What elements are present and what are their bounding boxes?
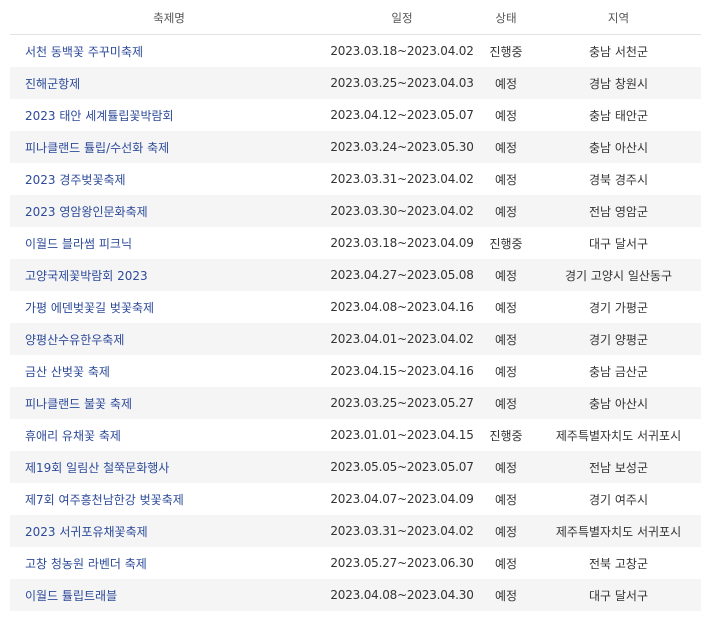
table-row: 2023 영암왕인문화축제 2023.03.30~2023.04.02 예정 전남 영… [10,195,701,227]
festival-status: 예정 [476,515,536,547]
festival-status: 진행중 [489,44,523,59]
table-row: 가평 에덴벚꽃길 벚꽃축제 2023.04.08~2023.04.16 예정 경기 가… [10,291,701,323]
table-row: 진해군항제 2023.03.25~2023.04.03 예정 경남 창원시 [10,67,701,99]
table-row: 금산 산벚꽃 축제 2023.04.15~2023.04.16 예정 충남 금산군 [10,355,701,387]
festival-name-link[interactable]: 2023 경주벚꽃축제 [10,163,328,195]
festival-name-link[interactable]: 고창 청농원 라벤더 축제 [10,547,328,579]
table-row: 제19회 일림산 철쭉문화행사 2023.05.05~2023.05.07 예정 전남… [10,451,701,483]
festival-period: 2023.03.18~2023.04.09 [330,236,474,250]
festival-period: 2023.03.24~2023.05.30 [328,131,476,163]
festival-status: 예정 [494,492,518,507]
festival-status: 예정 [476,323,536,355]
column-header-name: 축제명 [10,2,328,35]
festival-name-link[interactable]: 서천 동백꽃 주꾸미축제 [10,35,328,68]
header-row: 축제명 일정 상태 지역 [10,2,701,35]
festival-region: 경기 고양시 일산동구 [536,259,701,291]
festival-region: 전북 고창군 [588,556,648,571]
festival-period: 2023.04.08~2023.04.16 [330,300,474,314]
festival-name-link[interactable]: 양평산수유한우축제 [10,323,328,355]
festival-region: 전남 영암군 [536,195,701,227]
festival-name-link[interactable]: 이월드 튤립트래블 [10,579,328,611]
festival-period: 2023.04.27~2023.05.08 [328,259,476,291]
festival-status: 예정 [494,108,518,123]
table-header: 축제명 일정 상태 지역 [10,2,701,35]
festival-status: 예정 [494,364,518,379]
festival-period: 2023.03.18~2023.04.02 [330,44,474,58]
festival-period: 2023.04.12~2023.05.07 [330,108,474,122]
festival-status: 예정 [476,67,536,99]
festival-region: 충남 금산군 [588,364,648,379]
festival-name-link[interactable]: 2023 서귀포유채꽃축제 [10,515,328,547]
festival-status: 예정 [476,131,536,163]
festival-region: 충남 아산시 [536,387,701,419]
festival-region: 제주특별자치도 서귀포시 [555,428,682,443]
table-row: 제7회 여주흥천남한강 벚꽃축제 2023.04.07~2023.04.09 예정 경… [10,483,701,515]
column-header-region: 지역 [536,2,701,35]
table-row: 이월드 튤립트래블 2023.04.08~2023.04.30 예정 대구 달서구 [10,579,701,611]
festival-list-page: 축제명 일정 상태 지역 서천 동백꽃 주꾸미축제 2023.03.18~2023… [0,0,705,623]
festival-name-link[interactable]: 진해군항제 [10,67,328,99]
festival-status: 진행중 [489,236,523,251]
festival-period: 2023.04.01~2023.04.02 [328,323,476,355]
table-row: 2023 태안 세계튤립꽃박람회 2023.04.12~2023.05.07 예정 충… [10,99,701,131]
table-row: 휴애리 유채꽃 축제 2023.01.01~2023.04.15 진행중 제주특별자치… [10,419,701,451]
festival-region: 경북 경주시 [588,172,648,187]
festival-status: 예정 [476,259,536,291]
festival-name-link[interactable]: 휴애리 유채꽃 축제 [10,419,328,451]
festival-period: 2023.03.25~2023.05.27 [328,387,476,419]
festival-name-link[interactable]: 2023 영암왕인문화축제 [10,195,328,227]
festival-name-link[interactable]: 이월드 블라썸 피크닉 [10,227,328,259]
festival-region: 충남 서천군 [588,44,648,59]
festival-region: 전남 보성군 [536,451,701,483]
festival-period: 2023.03.31~2023.04.02 [330,172,474,186]
festival-status: 진행중 [489,428,523,443]
festival-period: 2023.04.08~2023.04.30 [328,579,476,611]
column-header-period: 일정 [328,2,476,35]
festival-region: 제주특별자치도 서귀포시 [536,515,701,547]
festival-region: 충남 태안군 [588,108,648,123]
festival-name-link[interactable]: 금산 산벚꽃 축제 [10,355,328,387]
festival-name-link[interactable]: 제19회 일림산 철쭉문화행사 [10,451,328,483]
festival-name-link[interactable]: 고양국제꽃박람회 2023 [10,259,328,291]
festival-status: 예정 [476,579,536,611]
festival-region: 경기 가평군 [588,300,648,315]
festival-status: 예정 [476,195,536,227]
column-header-status: 상태 [476,2,536,35]
festival-period: 2023.03.31~2023.04.02 [328,515,476,547]
festival-period: 2023.05.27~2023.06.30 [330,556,474,570]
festival-period: 2023.05.05~2023.05.07 [328,451,476,483]
table-row: 고창 청농원 라벤더 축제 2023.05.27~2023.06.30 예정 전북 고… [10,547,701,579]
festival-region: 경기 양평군 [536,323,701,355]
table-row: 서천 동백꽃 주꾸미축제 2023.03.18~2023.04.02 진행중 충남 서… [10,35,701,68]
festival-region: 대구 달서구 [536,579,701,611]
festival-status: 예정 [494,300,518,315]
table-row: 2023 경주벚꽃축제 2023.03.31~2023.04.02 예정 경북 경주시 [10,163,701,195]
festival-status: 예정 [476,451,536,483]
table-row: 고양국제꽃박람회 2023 2023.04.27~2023.05.08 예정 경기 고… [10,259,701,291]
festival-name-link[interactable]: 제7회 여주흥천남한강 벚꽃축제 [10,483,328,515]
festival-name-link[interactable]: 가평 에덴벚꽃길 벚꽃축제 [10,291,328,323]
festival-region: 경남 창원시 [536,67,701,99]
festival-period: 2023.03.25~2023.04.03 [328,67,476,99]
festival-table: 축제명 일정 상태 지역 서천 동백꽃 주꾸미축제 2023.03.18~2023… [10,2,701,611]
festival-region: 경기 여주시 [588,492,648,507]
table-row: 양평산수유한우축제 2023.04.01~2023.04.02 예정 경기 양평군 [10,323,701,355]
table-row: 이월드 블라썸 피크닉 2023.03.18~2023.04.09 진행중 대구 달서… [10,227,701,259]
festival-region: 충남 아산시 [536,131,701,163]
festival-period: 2023.03.30~2023.04.02 [328,195,476,227]
festival-status: 예정 [494,556,518,571]
festival-name-link[interactable]: 피나클랜드 튤립/수선화 축제 [10,131,328,163]
festival-status: 예정 [494,172,518,187]
festival-name-link[interactable]: 2023 태안 세계튤립꽃박람회 [10,99,328,131]
festival-period: 2023.04.15~2023.04.16 [330,364,474,378]
festival-name-link[interactable]: 피나클랜드 불꽃 축제 [10,387,328,419]
table-row: 피나클랜드 튤립/수선화 축제 2023.03.24~2023.05.30 예정 충남… [10,131,701,163]
festival-region: 대구 달서구 [588,236,648,251]
table-row: 2023 서귀포유채꽃축제 2023.03.31~2023.04.02 예정 제주특별… [10,515,701,547]
table-row: 피나클랜드 불꽃 축제 2023.03.25~2023.05.27 예정 충남 아산시 [10,387,701,419]
festival-period: 2023.01.01~2023.04.15 [330,428,474,442]
table-body: 서천 동백꽃 주꾸미축제 2023.03.18~2023.04.02 진행중 충남 서… [10,35,701,611]
festival-status: 예정 [476,387,536,419]
festival-period: 2023.04.07~2023.04.09 [330,492,474,506]
